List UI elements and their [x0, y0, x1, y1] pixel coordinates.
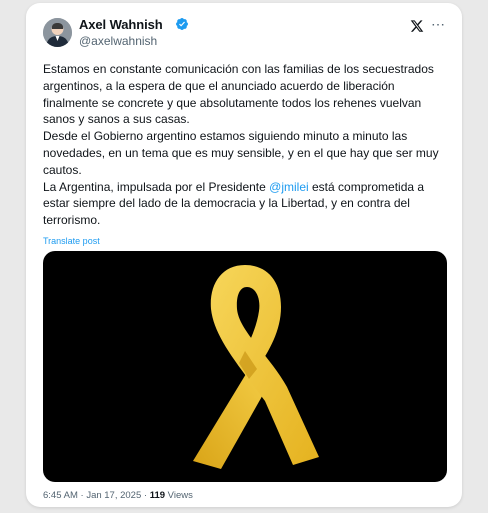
mention-link[interactable]: @jmilei — [269, 180, 309, 194]
avatar-icon — [43, 18, 72, 47]
yellow-ribbon-icon — [193, 265, 319, 469]
views-count: 119 — [149, 490, 166, 501]
meta-separator-2: · — [141, 490, 150, 501]
post-paragraph-2: Desde el Gobierno argentino estamos sigu… — [43, 129, 439, 177]
post-paragraph-3-start: La Argentina, impulsada por el President… — [43, 179, 270, 194]
verified-badge-icon — [176, 18, 188, 30]
post-paragraph-3: La Argentina, impulsada por el President… — [43, 179, 448, 229]
post-date[interactable]: Jan 17, 2025 — [86, 490, 141, 501]
post-time[interactable]: 6:45 AM — [43, 490, 78, 501]
post-meta: 6:45 AM · Jan 17, 2025 · 119 Views — [43, 490, 193, 501]
more-options-icon[interactable]: ⋯ — [431, 16, 446, 33]
post-paragraph-1: Estamos en constante comunicación con la… — [43, 62, 434, 127]
post-text: Estamos en constante comunicación con la… — [43, 61, 448, 229]
post-card: Axel Wahnish @axelwahnish ⋯ Estamos en c… — [26, 3, 462, 507]
translate-post-link[interactable]: Translate post — [43, 236, 100, 246]
avatar[interactable] — [43, 18, 72, 47]
x-logo-icon[interactable] — [410, 19, 424, 33]
post-image[interactable] — [43, 251, 447, 482]
author-handle[interactable]: @axelwahnish — [79, 34, 157, 48]
views-label: Views — [165, 490, 193, 501]
author-name[interactable]: Axel Wahnish — [79, 17, 163, 32]
